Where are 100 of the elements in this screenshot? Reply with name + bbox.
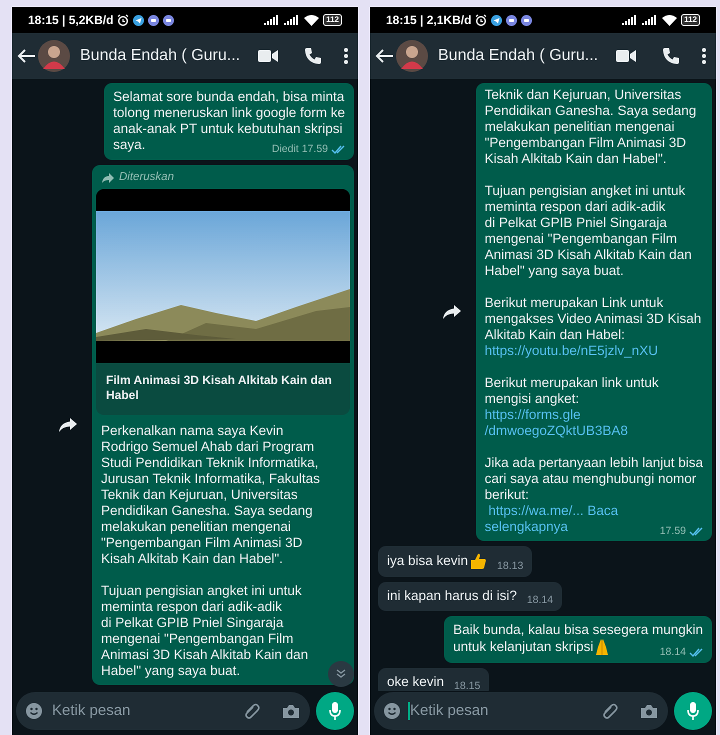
- message-text: Studi Pendidikan Teknik Informatika,: [101, 455, 318, 472]
- message-text: Teknik dan Kejuruan, Universitas: [484, 87, 682, 103]
- chat-notification-icon: [163, 14, 174, 26]
- paperclip-icon[interactable]: [602, 703, 618, 719]
- message-text: Perkenalkan nama saya Kevin: [101, 423, 284, 440]
- message-text: Animasi 3D Kisah Alkitab Kain dan: [101, 647, 308, 664]
- microphone-button[interactable]: [674, 692, 712, 730]
- link[interactable]: https://wa.me/... Baca: [484, 503, 618, 519]
- message-text: mengenai "Pengembangan Film: [101, 631, 294, 648]
- smiley-icon[interactable]: [384, 703, 400, 719]
- message-text: Jurusan Teknik Informatika, Fakultas: [101, 471, 320, 488]
- message-text: Jika ada pertanyaan lebih lanjut bisa: [484, 455, 703, 471]
- chat-notification-icon: [506, 14, 518, 26]
- message-text: saya.: [113, 137, 146, 153]
- message-text: di Pelkat GPIB Pniel Singaraja: [101, 615, 284, 632]
- telegram-notification-icon: [491, 14, 502, 26]
- edited-label: Diedit: [272, 142, 299, 157]
- signal-icon: [622, 15, 638, 25]
- link[interactable]: https://forms.gle: [484, 407, 581, 423]
- message-text: meminta respon dari adik-adik: [101, 599, 282, 616]
- status-time: 18:15 | 2,1KB/d: [386, 12, 472, 29]
- double-chevron-icon: [336, 669, 346, 679]
- message-text: mengakses Video Animasi 3D Kisah: [484, 311, 702, 327]
- message-time: 18.15: [454, 679, 480, 691]
- message-text: ini kapan harus di isi?: [387, 588, 517, 604]
- camera-icon[interactable]: [640, 704, 658, 718]
- battery-indicator: 112: [681, 14, 700, 26]
- signal-icon: [642, 15, 658, 25]
- telegram-notification-icon: [133, 14, 144, 26]
- wifi-icon: [662, 14, 678, 26]
- message-text: oke kevin: [387, 674, 444, 690]
- message-text: Habel" yang saya buat.: [101, 663, 240, 680]
- double-check-icon: [689, 526, 703, 536]
- microphone-button[interactable]: [316, 692, 354, 730]
- share-arrow-icon: [442, 304, 462, 320]
- link[interactable]: selengkapnya: [484, 519, 568, 535]
- message-text: Tujuan pengisian angket ini untuk: [484, 183, 686, 199]
- microphone-icon: [329, 702, 341, 720]
- message-time: 17.59: [660, 524, 686, 539]
- message-time: 18.14: [660, 645, 686, 660]
- back-arrow-icon[interactable]: [374, 48, 394, 64]
- signal-icon: [284, 15, 300, 25]
- message-text: melakukan penelitian mengenai: [101, 519, 291, 536]
- message-text: "Pengembangan Film Animasi 3D: [484, 135, 686, 151]
- message-input-field[interactable]: Ketik pesan: [16, 692, 310, 730]
- double-check-icon: [689, 646, 703, 658]
- message-text: Pendidikan Ganesha. Saya sedang: [484, 103, 696, 119]
- avatar[interactable]: [396, 40, 428, 72]
- double-check-icon: [331, 144, 345, 154]
- avatar[interactable]: [38, 40, 70, 72]
- message-text: mengenai "Pengembangan Film: [484, 231, 678, 247]
- smiley-icon[interactable]: [26, 703, 42, 719]
- message-text: Kisah Alkitab Kain dan Habel".: [101, 551, 283, 568]
- message-text: Teknik dan Kejuruan, Universitas: [101, 487, 298, 504]
- message-text: Kisah Alkitab Kain dan Habel".: [484, 151, 667, 167]
- message-text: Habel" yang saya buat.: [484, 263, 624, 279]
- message-text: "Pengembangan Film Animasi 3D: [101, 535, 302, 552]
- forwarded-label: Diteruskan: [119, 170, 174, 185]
- message-text: Pendidikan Ganesha. Saya sedang: [101, 503, 313, 520]
- signal-icon: [264, 15, 280, 25]
- message-input-field[interactable]: Ketik pesan: [374, 692, 668, 730]
- forward-arrow-icon: [102, 172, 114, 183]
- chat-notification-icon: [148, 14, 160, 26]
- message-text: tolong meneruskan link google form ke: [113, 105, 345, 121]
- message-text: di Pelkat GPIB Pniel Singaraja: [484, 215, 667, 231]
- link[interactable]: https://youtu.be/nE5jzlv_nXU: [484, 343, 658, 359]
- chat-notification-icon: [521, 14, 532, 26]
- alarm-clock-icon: [117, 14, 130, 26]
- message-text: Berikut merupakan link untuk: [484, 375, 659, 391]
- message-time: 18.13: [497, 559, 524, 574]
- more-options-icon[interactable]: [702, 48, 706, 64]
- phone-icon[interactable]: [304, 47, 322, 65]
- message-text: Animasi 3D Kisah Alkitab Kain dan: [484, 247, 692, 263]
- message-text: meminta respon dari adik-adik: [484, 199, 666, 215]
- message-text: berikut:: [484, 487, 529, 503]
- message-text: untuk kelanjutan skripsi: [453, 639, 594, 655]
- share-arrow-icon: [58, 417, 78, 434]
- link-preview-title: Film Animasi 3D Kisah Alkitab Kain dan Habel: [105, 372, 333, 404]
- message-text: anak-anak PT untuk kebutuhan skripsi: [113, 121, 342, 137]
- battery-indicator: 112: [323, 14, 342, 26]
- message-text: Berikut merupakan Link untuk: [484, 295, 664, 311]
- paperclip-icon[interactable]: [244, 703, 260, 719]
- alarm-clock-icon: [475, 14, 488, 26]
- camera-icon[interactable]: [282, 704, 300, 718]
- message-text: Baik bunda, kalau bisa sesegera mungkin: [453, 622, 703, 638]
- message-text: Alkitab Kain dan Habel:: [484, 327, 625, 343]
- message-text: mengisi angket:: [484, 391, 580, 407]
- message-text: Tujuan pengisian angket ini untuk: [101, 583, 302, 600]
- link[interactable]: /dmwoegoZQktUB3BA8: [484, 423, 628, 439]
- message-text: cari saya atau menghubungi nomor: [484, 471, 696, 487]
- phone-icon[interactable]: [662, 47, 680, 65]
- message-time: 17.59: [302, 142, 328, 157]
- status-time: 18:15 | 5,2KB/d: [28, 12, 114, 29]
- back-arrow-icon[interactable]: [16, 48, 36, 64]
- more-options-icon[interactable]: [344, 48, 348, 64]
- wifi-icon: [304, 14, 320, 26]
- message-text: iya bisa kevin: [387, 553, 468, 569]
- message-text: melakukan penelitian mengenai: [484, 119, 674, 135]
- video-call-icon[interactable]: [258, 49, 278, 63]
- video-call-icon[interactable]: [616, 49, 636, 63]
